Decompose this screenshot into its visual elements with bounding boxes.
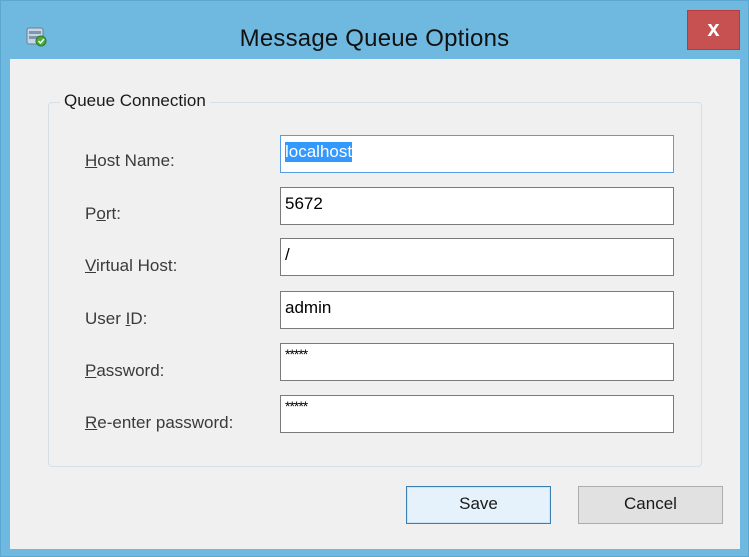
host-name-label-access-key: H	[85, 151, 98, 170]
window-title: Message Queue Options	[239, 25, 510, 52]
close-icon: x	[707, 16, 720, 41]
user-id-label-prefix: User	[85, 309, 126, 328]
host-name-value: localhost	[285, 142, 353, 162]
group-title: Queue Connection	[60, 91, 210, 111]
port-label: Port:	[85, 204, 121, 224]
password-label-access-key: P	[85, 361, 97, 380]
cancel-button[interactable]: Cancel	[578, 486, 723, 524]
user-id-value: admin	[285, 298, 332, 317]
reenter-password-value: *****	[285, 398, 308, 414]
host-name-input[interactable]: localhost	[280, 135, 674, 173]
close-button[interactable]: x	[687, 10, 740, 50]
reenter-password-label-access-key: R	[85, 413, 98, 432]
message-queue-options-window: Message Queue Options x Queue Connection…	[0, 0, 749, 557]
virtual-host-label-suffix: irtual Host:	[96, 256, 178, 275]
title-bar[interactable]: Message Queue Options x	[1, 1, 748, 59]
password-label-suffix: assword:	[96, 361, 165, 380]
password-value: *****	[285, 346, 308, 362]
host-name-label: Host Name:	[85, 151, 175, 171]
virtual-host-label-access-key: V	[85, 256, 97, 275]
host-name-label-suffix: ost Name:	[97, 151, 175, 170]
virtual-host-input[interactable]: /	[280, 238, 674, 276]
save-button[interactable]: Save	[406, 486, 551, 524]
port-input[interactable]: 5672	[280, 187, 674, 225]
reenter-password-label-suffix: e-enter password:	[97, 413, 234, 432]
password-input[interactable]: *****	[280, 343, 674, 381]
port-label-access-key: o	[96, 204, 106, 223]
dialog-body: Queue Connection Host Name: localhost Po…	[10, 59, 740, 549]
port-value: 5672	[285, 194, 323, 213]
user-id-label: User ID:	[85, 309, 147, 329]
virtual-host-label: Virtual Host:	[85, 256, 177, 276]
virtual-host-value: /	[285, 245, 290, 264]
user-id-label-suffix: D:	[130, 309, 148, 328]
reenter-password-label: Re-enter password:	[85, 413, 233, 433]
password-label: Password:	[85, 361, 164, 381]
port-label-suffix: rt:	[105, 204, 121, 223]
user-id-input[interactable]: admin	[280, 291, 674, 329]
reenter-password-input[interactable]: *****	[280, 395, 674, 433]
port-label-prefix: P	[85, 204, 97, 223]
